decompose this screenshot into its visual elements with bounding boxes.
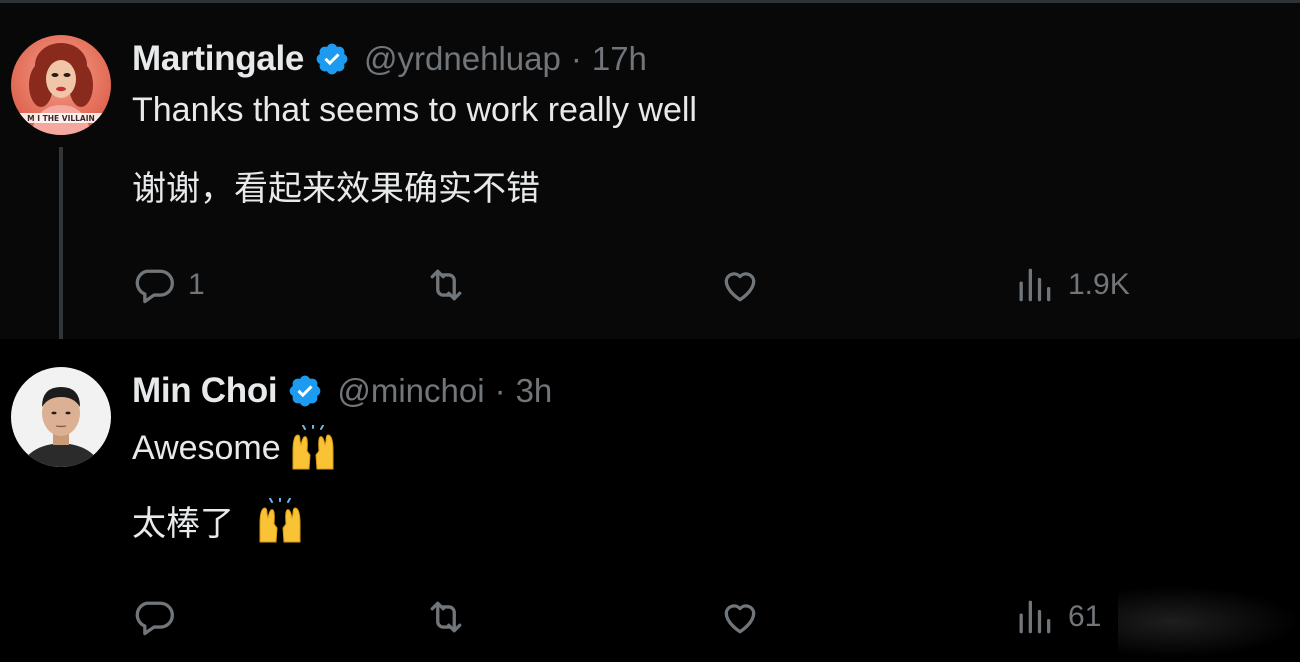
tweet-text-chinese: 谢谢，看起来效果确实不错: [132, 170, 540, 208]
like-button[interactable]: [718, 595, 774, 639]
tweet-text-english: Thanks that seems to work really well: [132, 91, 697, 129]
views-count: 61: [1068, 600, 1102, 633]
tweet-timestamp[interactable]: 3h: [516, 372, 553, 410]
views-count: 1.9K: [1068, 268, 1130, 301]
retweet-button[interactable]: [424, 595, 480, 639]
meta-separator: ·: [570, 40, 582, 77]
like-button[interactable]: [718, 263, 774, 307]
meta-separator: ·: [494, 372, 506, 409]
tweet-martingale[interactable]: M I THE VILLAIN Martingale @yrdnehluap ·…: [0, 3, 1300, 359]
heart-icon: [724, 272, 756, 302]
avatar-drag-queen-icon: M I THE VILLAIN: [11, 35, 111, 135]
avatar-caption: M I THE VILLAIN: [27, 114, 95, 123]
verified-badge-icon: [287, 373, 323, 409]
raising-hands-emoji-icon: [256, 496, 304, 544]
retweet-icon: [430, 269, 462, 301]
tweet-header: Min Choi @minchoi · 3h: [132, 369, 552, 413]
tweet-text-line: 太棒了: [132, 496, 304, 545]
tweet-actions-bar: 1 1.9K: [132, 263, 1132, 307]
tweet-text-english: Awesome: [132, 428, 281, 467]
views-button[interactable]: 1.9K: [1012, 263, 1130, 307]
reply-button[interactable]: 1: [132, 263, 205, 307]
display-name[interactable]: Min Choi: [132, 371, 278, 411]
retweet-button[interactable]: [424, 263, 480, 307]
raising-hands-emoji-icon: [289, 424, 337, 471]
display-name[interactable]: Martingale: [132, 39, 304, 79]
tweet-text-line: 谢谢，看起来效果确实不错: [132, 161, 540, 210]
views-icon: [1019, 600, 1051, 634]
avatar[interactable]: M I THE VILLAIN: [11, 35, 111, 135]
thread-connector-line: [59, 147, 63, 359]
reply-icon: [135, 269, 174, 304]
tweet-actions-bar: 61: [132, 595, 1132, 639]
tweet-text-line: Thanks that seems to work really well: [132, 91, 697, 130]
tweet-min-choi[interactable]: Min Choi @minchoi · 3h Awesome 太棒了 61: [0, 339, 1300, 662]
heart-icon: [724, 604, 756, 634]
avatar-man-portrait-icon: [11, 367, 111, 467]
views-button[interactable]: 61: [1012, 595, 1101, 639]
avatar[interactable]: [11, 367, 111, 467]
user-handle[interactable]: @minchoi: [337, 372, 484, 410]
tweet-text-chinese: 太棒了: [132, 505, 234, 543]
user-handle[interactable]: @yrdnehluap: [364, 40, 561, 78]
tweet-text-line: Awesome: [132, 424, 337, 471]
tweet-header: Martingale @yrdnehluap · 17h: [132, 37, 647, 81]
reply-count: 1: [188, 268, 205, 301]
views-icon: [1019, 268, 1051, 302]
watermark-smudge: [1118, 586, 1300, 658]
reply-icon: [135, 601, 174, 636]
tweet-timestamp[interactable]: 17h: [592, 40, 647, 78]
retweet-icon: [430, 601, 462, 633]
reply-button[interactable]: [132, 595, 188, 639]
verified-badge-icon: [314, 41, 350, 77]
